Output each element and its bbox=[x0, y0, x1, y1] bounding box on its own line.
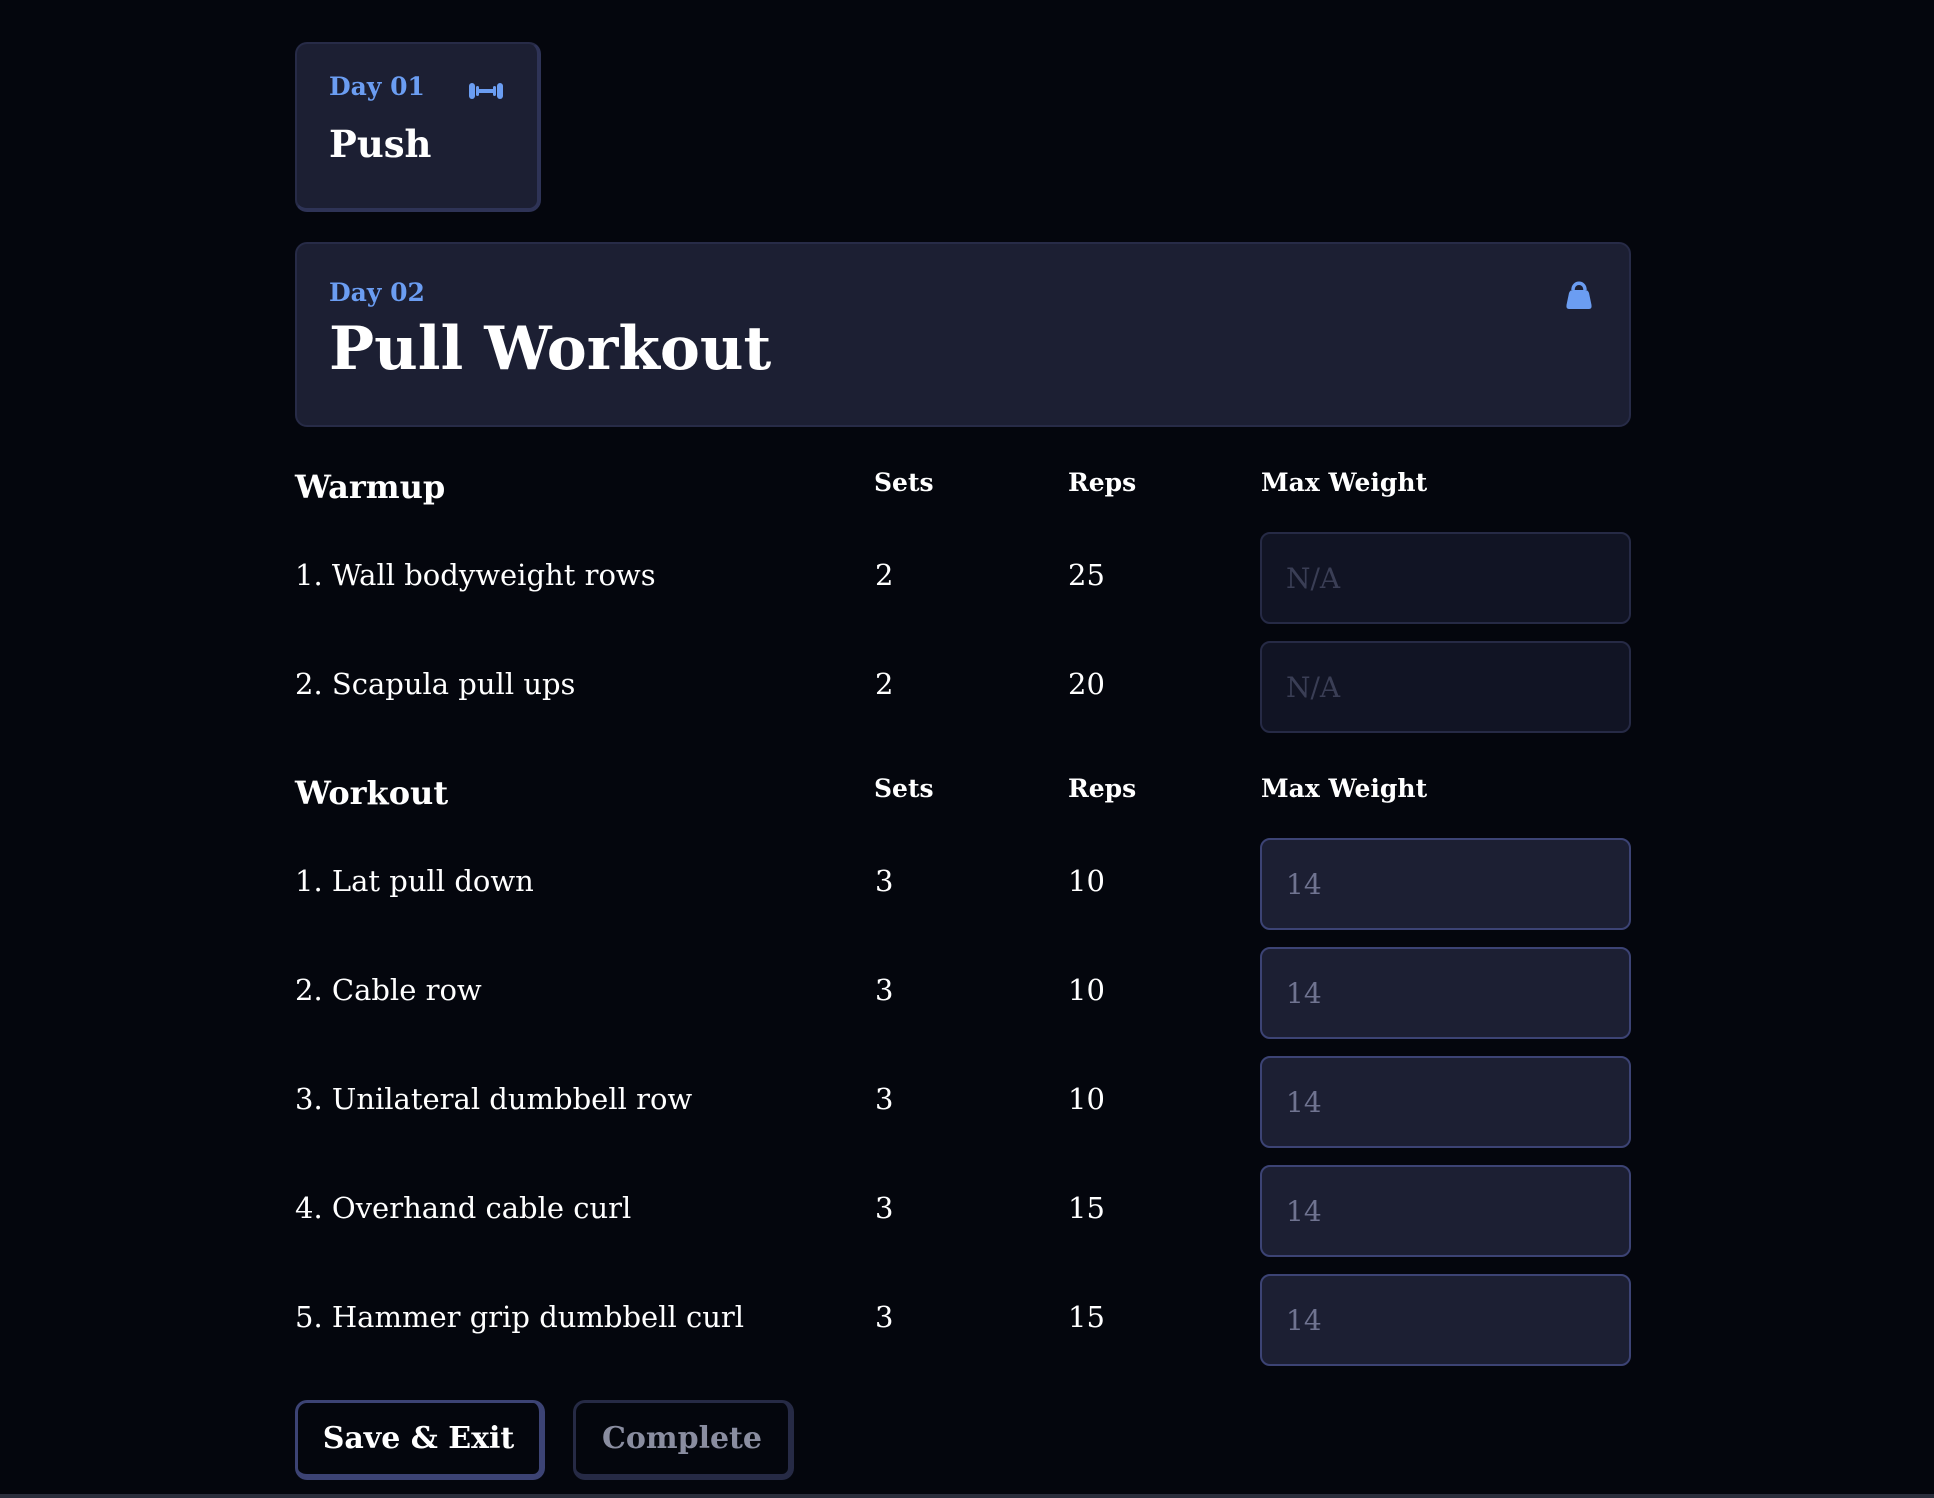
exercise-sets: 3 bbox=[875, 864, 894, 898]
exercise-name: 3. Unilateral dumbbell row bbox=[295, 1082, 693, 1116]
complete-button[interactable]: Complete bbox=[573, 1400, 794, 1480]
max-weight-input[interactable] bbox=[1260, 1274, 1631, 1366]
max-weight-input bbox=[1260, 532, 1631, 624]
exercise-reps: 15 bbox=[1068, 1191, 1105, 1225]
exercise-name: 5. Hammer grip dumbbell curl bbox=[295, 1300, 745, 1334]
day-label: Day 02 bbox=[329, 278, 425, 307]
exercise-name: 2. Scapula pull ups bbox=[295, 667, 576, 701]
day-label: Day 01 bbox=[329, 72, 425, 101]
exercise-sets: 2 bbox=[875, 667, 894, 701]
exercise-sets: 3 bbox=[875, 973, 894, 1007]
divider bbox=[0, 1494, 1934, 1498]
exercise-reps: 10 bbox=[1068, 973, 1105, 1007]
exercise-name: 1. Wall bodyweight rows bbox=[295, 558, 656, 592]
day-title: Push bbox=[329, 122, 432, 166]
day-card-pull-workout: Day 02 Pull Workout bbox=[295, 242, 1631, 427]
exercise-name: 2. Cable row bbox=[295, 973, 482, 1007]
max-weight-input[interactable] bbox=[1260, 947, 1631, 1039]
sets-column-header: Sets bbox=[874, 774, 934, 803]
dumbbell-icon bbox=[467, 80, 505, 106]
sets-column-header: Sets bbox=[874, 468, 934, 497]
max-weight-input[interactable] bbox=[1260, 1056, 1631, 1148]
max-weight-input bbox=[1260, 641, 1631, 733]
exercise-name: 1. Lat pull down bbox=[295, 864, 534, 898]
exercise-sets: 3 bbox=[875, 1191, 894, 1225]
kettlebell-icon bbox=[1564, 279, 1594, 315]
max-weight-input[interactable] bbox=[1260, 1165, 1631, 1257]
day-card-push[interactable]: Day 01 Push bbox=[295, 42, 541, 212]
exercise-sets: 2 bbox=[875, 558, 894, 592]
max-weight-column-header: Max Weight bbox=[1261, 468, 1428, 497]
exercise-reps: 10 bbox=[1068, 864, 1105, 898]
exercise-reps: 25 bbox=[1068, 558, 1105, 592]
exercise-sets: 3 bbox=[875, 1300, 894, 1334]
reps-column-header: Reps bbox=[1068, 468, 1137, 497]
warmup-section-title: Warmup bbox=[295, 468, 446, 506]
exercise-reps: 10 bbox=[1068, 1082, 1105, 1116]
max-weight-column-header: Max Weight bbox=[1261, 774, 1428, 803]
save-exit-button[interactable]: Save & Exit bbox=[295, 1400, 545, 1480]
workout-section-title: Workout bbox=[295, 774, 449, 812]
exercise-reps: 15 bbox=[1068, 1300, 1105, 1334]
exercise-sets: 3 bbox=[875, 1082, 894, 1116]
exercise-name: 4. Overhand cable curl bbox=[295, 1191, 632, 1225]
max-weight-input[interactable] bbox=[1260, 838, 1631, 930]
page-title: Pull Workout bbox=[329, 314, 772, 384]
reps-column-header: Reps bbox=[1068, 774, 1137, 803]
exercise-reps: 20 bbox=[1068, 667, 1105, 701]
